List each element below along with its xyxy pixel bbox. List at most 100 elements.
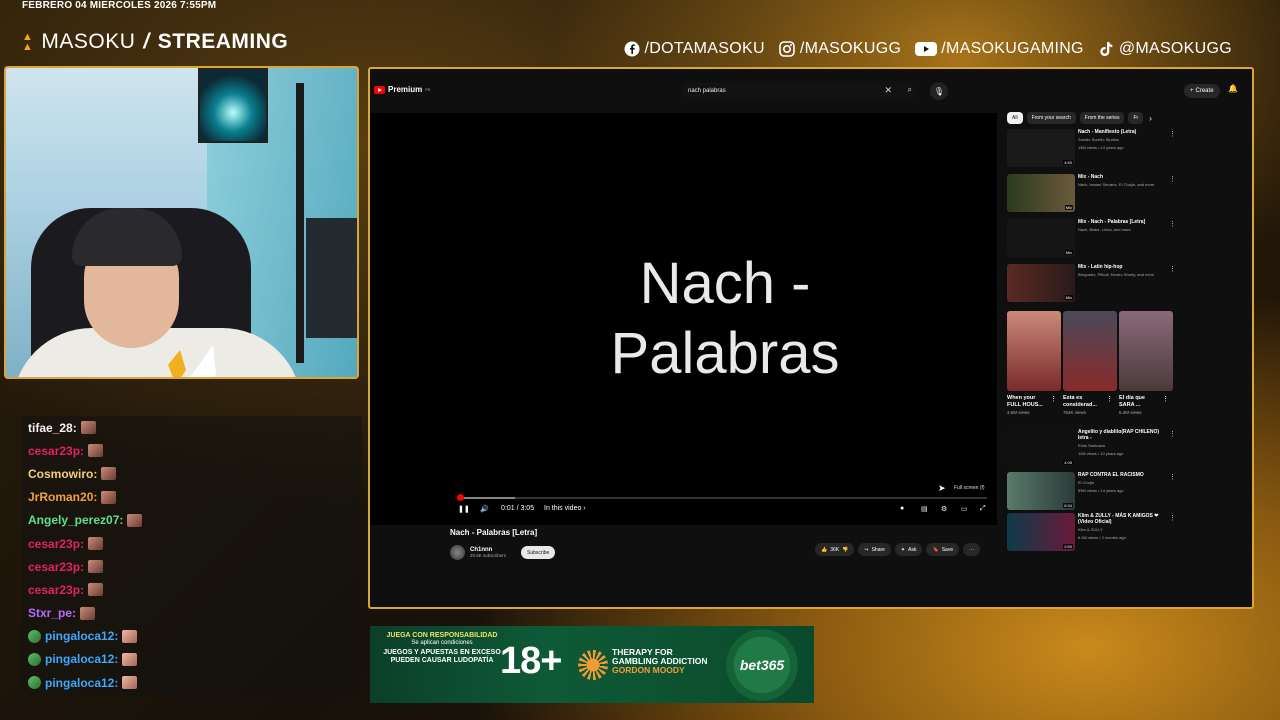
- gordon-moody-logo-icon: [578, 650, 608, 680]
- more-options-icon[interactable]: ⋮: [1169, 220, 1176, 228]
- short-item[interactable]: El día que SARA ... 5.2M views ⋮: [1119, 311, 1173, 415]
- recommendation-title[interactable]: Klim & ZULLY - MÁS K AMIGOS ❤ (Video Ofi…: [1078, 513, 1170, 525]
- autoplay-toggle-icon[interactable]: ●: [900, 505, 904, 512]
- subtitles-icon[interactable]: ▤: [921, 505, 928, 513]
- save-button[interactable]: 🔖 Save: [926, 543, 960, 556]
- social-youtube: /MASOKUGAMING: [915, 40, 1084, 58]
- chip-more[interactable]: Fr: [1128, 112, 1144, 124]
- subscribe-button[interactable]: Subscribe: [521, 546, 556, 559]
- recommendation-title[interactable]: Angelito y diablito(RAP CHILENO) letra -: [1078, 429, 1170, 441]
- chip-from-the-series[interactable]: From the series: [1079, 112, 1125, 124]
- responsible-gaming-heading: JUEGA CON RESPONSABILIDAD: [386, 632, 498, 639]
- fullscreen-icon[interactable]: ⤢: [980, 505, 986, 513]
- more-options-icon[interactable]: ⋮: [1169, 473, 1176, 481]
- microphone-icon[interactable]: 🎙: [930, 82, 948, 100]
- recommendation-channel: Emis Santuaza: [1078, 443, 1105, 448]
- short-title[interactable]: When your FULL HOUS...: [1007, 395, 1049, 409]
- chat-username: cesar23p:: [28, 559, 85, 574]
- chat-username: Angely_perez07:: [28, 513, 124, 528]
- more-options-icon[interactable]: ⋮: [1050, 395, 1057, 403]
- more-options-icon[interactable]: ⋮: [1169, 430, 1176, 438]
- more-actions-icon[interactable]: ⋯: [963, 543, 981, 556]
- recommendation-thumbnail[interactable]: 4:05: [1007, 429, 1075, 467]
- recommendation-title[interactable]: Nach - Manifiesto (Letra): [1078, 129, 1170, 135]
- progress-bar[interactable]: [456, 494, 987, 501]
- thumbs-down-icon[interactable]: 👎: [842, 547, 848, 553]
- short-thumbnail[interactable]: [1007, 311, 1061, 391]
- social-handle: @MASOKUGG: [1118, 40, 1232, 57]
- short-item[interactable]: Esta es considerad... 764K views ⋮: [1063, 311, 1117, 415]
- chat-message: Stxr_pe:: [22, 602, 362, 625]
- recommendation-item[interactable]: Mix Mix - Latin hip-hop Bregoartz, Pitbu…: [1007, 264, 1176, 304]
- recommendation-title[interactable]: Mix - Nach - Palabras [Letra]: [1078, 219, 1170, 225]
- short-views: 764K views: [1063, 410, 1087, 415]
- thumbs-up-icon: 👍: [821, 546, 828, 553]
- chat-message: pingaloca12:: [22, 671, 362, 694]
- chat-message: cesar23p:: [22, 532, 362, 555]
- recommendation-thumbnail[interactable]: 2:50: [1007, 513, 1075, 551]
- recommendation-item[interactable]: 4:50 Nach - Manifiesto (Letra) Sonido Su…: [1007, 129, 1176, 169]
- chat-username: cesar23p:: [28, 536, 85, 551]
- video-duration: Mix: [1064, 250, 1073, 255]
- social-handle: /MASOKUGAMING: [941, 40, 1084, 57]
- more-options-icon[interactable]: ⋮: [1169, 130, 1176, 138]
- chat-message: pingaloca12:: [22, 648, 362, 671]
- video-title: Nach - Palabras [Letra]: [450, 528, 538, 537]
- share-button[interactable]: ↪ Share: [858, 543, 891, 556]
- recommendation-thumbnail[interactable]: Mix: [1007, 219, 1075, 257]
- short-title[interactable]: El día que SARA ...: [1119, 395, 1161, 409]
- recommendation-info: Mix - Latin hip-hop Bregoartz, Pitbull, …: [1078, 264, 1170, 278]
- short-item[interactable]: When your FULL HOUS... 3.6M views ⋮: [1007, 311, 1061, 415]
- short-thumbnail[interactable]: [1063, 311, 1117, 391]
- video-player[interactable]: Nach - Palabras Full screen (f) ❚❚ 🔊 0:0…: [370, 113, 997, 525]
- clear-search-icon[interactable]: ✕: [884, 85, 892, 96]
- notifications-bell-icon[interactable]: 🔔: [1228, 84, 1238, 93]
- more-options-icon[interactable]: ⋮: [1162, 395, 1169, 403]
- short-title[interactable]: Esta es considerad...: [1063, 395, 1105, 409]
- recommendation-info: RAP CONTRA EL RACISMO El Chojín 59M view…: [1078, 472, 1170, 494]
- recommendation-channel: Bregoartz, Pitbull, Neutro Shorty, and m…: [1078, 272, 1155, 277]
- youtube-logo[interactable]: Premium PE: [374, 85, 431, 94]
- chip-all[interactable]: All: [1007, 112, 1023, 124]
- recommendation-title[interactable]: Mix - Latin hip-hop: [1078, 264, 1170, 270]
- chat-emote-icon: [101, 490, 117, 504]
- user-badge-icon: [28, 652, 41, 666]
- create-button[interactable]: + Create: [1184, 84, 1220, 98]
- youtube-region: PE: [425, 87, 431, 92]
- more-options-icon[interactable]: ⋮: [1169, 514, 1176, 522]
- settings-gear-icon[interactable]: ⚙: [941, 505, 947, 513]
- recommendation-item[interactable]: 6:34 RAP CONTRA EL RACISMO El Chojín 59M…: [1007, 472, 1176, 512]
- recommendation-thumbnail[interactable]: Mix: [1007, 174, 1075, 212]
- recommendation-item[interactable]: Mix Mix - Nach Nach, Ismael Serrano, El …: [1007, 174, 1176, 214]
- volume-icon[interactable]: 🔊: [480, 505, 489, 513]
- short-thumbnail[interactable]: [1119, 311, 1173, 391]
- chevron-right-icon[interactable]: ›: [1149, 114, 1152, 123]
- chip-from-your-search[interactable]: From your search: [1026, 112, 1076, 124]
- recommendation-title[interactable]: Mix - Nach: [1078, 174, 1170, 180]
- more-options-icon[interactable]: ⋮: [1169, 175, 1176, 183]
- recommendation-item[interactable]: Mix Mix - Nach - Palabras [Letra] Nach, …: [1007, 219, 1176, 259]
- user-badge-icon: [28, 629, 41, 643]
- channel-avatar[interactable]: [450, 545, 465, 560]
- miniplayer-icon[interactable]: ▭: [961, 505, 968, 513]
- recommendation-title[interactable]: RAP CONTRA EL RACISMO: [1078, 472, 1170, 478]
- more-options-icon[interactable]: ⋮: [1106, 395, 1113, 403]
- pause-icon[interactable]: ❚❚: [458, 505, 470, 513]
- youtube-play-icon: [374, 85, 385, 94]
- chat-username: Stxr_pe:: [28, 606, 77, 621]
- more-options-icon[interactable]: ⋮: [1169, 265, 1176, 273]
- ask-button[interactable]: ✦ Ask: [894, 543, 923, 556]
- like-dislike-group[interactable]: 👍 36K 👎: [815, 543, 855, 556]
- progress-scrubber[interactable]: [456, 494, 464, 501]
- search-input[interactable]: nach palabras ✕ ⌕: [682, 82, 916, 100]
- recommendation-thumbnail[interactable]: Mix: [1007, 264, 1075, 302]
- recommendation-thumbnail[interactable]: 4:50: [1007, 129, 1075, 167]
- channel-subscribers: 20.6K subscribers: [470, 553, 507, 558]
- recommendation-item[interactable]: 4:05 Angelito y diablito(RAP CHILENO) le…: [1007, 429, 1176, 469]
- chat-message: Cosmowiro:: [22, 462, 362, 485]
- recommendation-thumbnail[interactable]: 6:34: [1007, 472, 1075, 510]
- in-this-video-button[interactable]: In this video ›: [544, 505, 586, 512]
- recommendation-item[interactable]: 2:50 Klim & ZULLY - MÁS K AMIGOS ❤ (Vide…: [1007, 513, 1176, 553]
- search-icon[interactable]: ⌕: [908, 85, 912, 95]
- chat-username: pingaloca12:: [45, 629, 119, 644]
